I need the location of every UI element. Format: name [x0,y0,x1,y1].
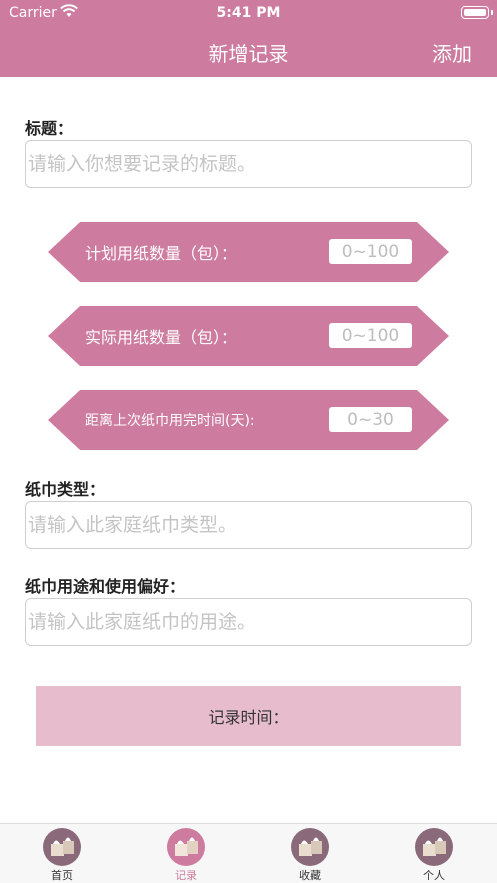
title-label: 标题： [25,119,74,138]
tab-home[interactable]: 首页 [22,824,102,883]
tab-profile-label: 个人 [423,869,445,882]
days-since-row: 距离上次纸巾用完时间(天): [48,390,449,450]
record-time-button[interactable]: 记录时间： [36,686,461,746]
tab-favorites-label: 收藏 [299,869,321,882]
tissue-icon [43,828,81,866]
battery-icon [461,6,493,19]
add-button[interactable]: 添加 [432,38,472,67]
title-input[interactable] [25,140,472,188]
page-title: 新增记录 [208,42,289,66]
clock: 5:41 PM [216,5,281,21]
tab-record-label: 记录 [175,869,197,882]
planned-paper-label: 计划用纸数量（包）： [85,244,238,263]
tissue-usage-input[interactable] [25,598,472,646]
record-time-label: 记录时间： [208,708,289,727]
actual-paper-row: 实际用纸数量（包）： [48,306,449,366]
planned-paper-input[interactable] [329,239,412,264]
tissue-type-label: 纸巾类型： [25,480,106,499]
actual-paper-input[interactable] [329,323,412,348]
navigation-header: Carrier 5:41 PM 新增记录 添加 [0,0,497,77]
screen: Carrier 5:41 PM 新增记录 添加 标题： 计划用纸数量（包）： 实… [0,0,497,883]
tab-profile[interactable]: 个人 [394,824,474,883]
days-since-input[interactable] [329,407,412,432]
status-bar: Carrier 5:41 PM [0,0,497,26]
tissue-type-input[interactable] [25,501,472,549]
planned-paper-row: 计划用纸数量（包）： [48,222,449,282]
tissue-icon [167,828,205,866]
tissue-usage-label: 纸巾用途和使用偏好： [25,577,186,596]
tab-favorites[interactable]: 收藏 [270,824,350,883]
actual-paper-label: 实际用纸数量（包）： [85,328,238,347]
days-since-label: 距离上次纸巾用完时间(天): [85,413,255,429]
tab-home-label: 首页 [51,869,73,882]
tab-record[interactable]: 记录 [146,824,226,883]
tab-bar: 首页 记录 收藏 个人 [0,823,497,883]
tissue-icon [415,828,453,866]
tissue-icon [291,828,329,866]
